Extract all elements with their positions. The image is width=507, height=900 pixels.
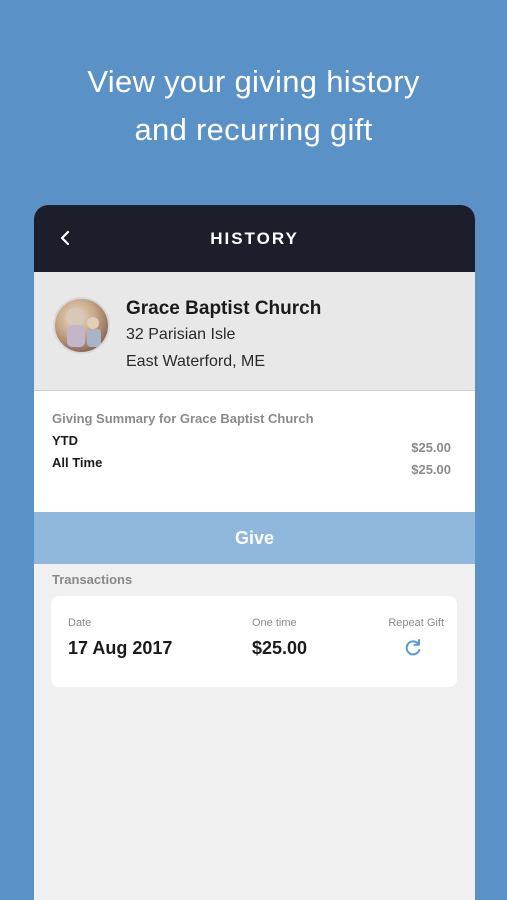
chevron-left-icon: [60, 230, 70, 246]
summary-alltime-label: All Time: [52, 455, 103, 470]
transaction-date-label: Date: [68, 617, 92, 629]
promo-headline: View your giving history and recurring g…: [0, 58, 507, 154]
giving-summary: Giving Summary for Grace Baptist Church …: [34, 391, 475, 512]
give-button-label: Give: [234, 527, 275, 548]
church-header: Grace Baptist Church 32 Parisian Isle Ea…: [34, 272, 475, 391]
church-avatar: [53, 297, 110, 354]
summary-ytd-label: YTD: [52, 433, 78, 448]
promo-line-1: View your giving history: [87, 64, 420, 99]
repeat-gift-button[interactable]: [403, 638, 423, 658]
page-title: HISTORY: [210, 228, 299, 248]
transaction-type-label: One time: [252, 617, 297, 629]
summary-title: Giving Summary for Grace Baptist Church: [52, 411, 314, 426]
avatar-photo: [66, 308, 101, 347]
give-button[interactable]: Give: [34, 512, 475, 564]
back-button[interactable]: [58, 226, 72, 250]
refresh-icon: [405, 639, 421, 656]
phone-screen: HISTORY Grace Baptist Church 32 Parisian…: [34, 205, 475, 900]
promo-line-2: and recurring gift: [134, 112, 373, 147]
summary-ytd-value: $25.00: [411, 440, 451, 455]
repeat-gift-label: Repeat Gift: [388, 617, 444, 629]
nav-bar: HISTORY: [34, 205, 475, 272]
transaction-amount: $25.00: [252, 638, 308, 658]
transactions-heading: Transactions: [52, 572, 133, 587]
transaction-date: 17 Aug 2017: [68, 638, 173, 658]
church-address-line2: East Waterford, ME: [126, 353, 265, 370]
church-name: Grace Baptist Church: [126, 298, 322, 319]
transaction-card[interactable]: Date 17 Aug 2017 One time $25.00 Repeat …: [51, 596, 457, 687]
church-address-line1: 32 Parisian Isle: [126, 326, 236, 343]
summary-alltime-value: $25.00: [411, 462, 451, 477]
